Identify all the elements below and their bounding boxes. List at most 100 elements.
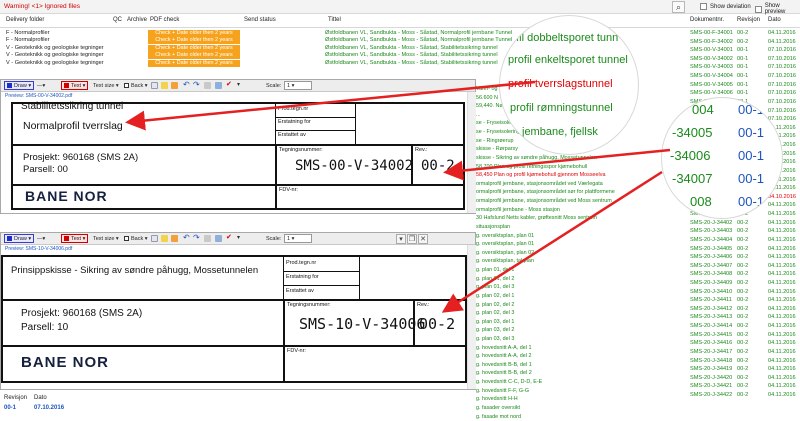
checkbox-box[interactable] [700, 3, 707, 10]
check-icon[interactable]: ✔ [226, 234, 233, 242]
title-cell[interactable]: g. oversiktsplan, plan 02 [476, 249, 686, 258]
title-cell[interactable]: 58,450 Plan og profil kjømebohull gjenno… [476, 171, 686, 180]
scale-select[interactable]: 1 ▾ [284, 234, 312, 243]
dropdown-icon[interactable]: ▾ [237, 235, 244, 242]
table-row[interactable]: SMS-00-V-34004 00-1 07.10.2016 [680, 72, 800, 81]
title-cell[interactable]: 30 Hafslund Netts kabler, grøftesnitt Mo… [476, 214, 686, 223]
close-icon[interactable]: ✕ [418, 234, 428, 244]
table-row[interactable]: SMS-20-J-34422 00-2 04.11.2016 [680, 391, 800, 400]
scrollbar[interactable] [467, 245, 476, 389]
back-button[interactable]: Back ▾ [121, 234, 151, 243]
search-icon[interactable]: ⌕ [672, 1, 685, 13]
title-cell[interactable]: g. plan 03, del 1 [476, 318, 686, 327]
title-cell[interactable]: g. oversiktsplan, takplan [476, 257, 686, 266]
col-archive[interactable]: Archive [127, 17, 147, 23]
col-doc-number[interactable]: Dokumentnr. [690, 17, 724, 23]
page-icon[interactable] [151, 235, 158, 242]
check-icon[interactable]: ✔ [226, 81, 233, 89]
print-icon[interactable] [204, 235, 211, 242]
title-cell[interactable]: skisse - Sikring av søndre påhugg, Mosse… [476, 154, 686, 163]
table-row[interactable]: SMS-00-F-34002 00-2 04.11.2016 [680, 38, 800, 47]
text-button[interactable]: Text ▾ [61, 81, 89, 90]
title-cell[interactable]: g. fasade mot nord [476, 413, 686, 421]
title-cell[interactable]: g. plan 01, del 3 [476, 283, 686, 292]
minimize-icon[interactable]: ▾ [396, 234, 406, 244]
table-row[interactable]: SMS-20-J-34421 00-2 04.11.2016 [680, 382, 800, 391]
table-row[interactable]: SMS-20-J-34411 00-2 04.11.2016 [680, 296, 800, 305]
highlight-icon[interactable] [171, 82, 178, 89]
line-style-select[interactable]: —▾ [34, 81, 48, 90]
title-cell[interactable]: g. fasader oversikt [476, 404, 686, 413]
title-cell[interactable]: g. plan 02, del 3 [476, 309, 686, 318]
table-row[interactable]: SMS-00-V-34006 00-1 07.10.2016 [680, 89, 800, 98]
highlight-icon[interactable] [171, 235, 178, 242]
text-size-select[interactable]: Text size ▾ [90, 234, 122, 243]
text-button[interactable]: Text ▾ [61, 234, 89, 243]
ignored-files-warning[interactable]: Warning! <1> Ignored files [4, 3, 80, 10]
checkbox-box[interactable] [755, 5, 762, 13]
table-row[interactable]: SMS-00-F-34001 00-2 04.11.2016 [680, 29, 800, 38]
back-button[interactable]: Back ▾ [121, 81, 151, 90]
col-delivery-folder[interactable]: Delivery folder [6, 17, 44, 23]
title-cell[interactable]: g. hovedsnitt A-A, del 1 [476, 344, 686, 353]
draw-button[interactable]: Draw ▾ [4, 81, 35, 90]
title-cell[interactable]: g. hovedsnitt A-A, del 2 [476, 352, 686, 361]
print-icon[interactable] [204, 82, 211, 89]
col-send-status[interactable]: Send status [244, 17, 276, 23]
col-revision[interactable]: Revisjon [737, 17, 760, 23]
undo-icon[interactable]: ↶ [183, 81, 190, 89]
table-row[interactable]: SMS-20-J-34419 00-2 04.11.2016 [680, 365, 800, 374]
table-row[interactable]: SMS-20-J-34415 00-2 04.11.2016 [680, 331, 800, 340]
title-cell[interactable]: g. hovedsnitt B-B, del 2 [476, 369, 686, 378]
table-row[interactable]: SMS-20-J-34408 00-2 04.11.2016 [680, 270, 800, 279]
title-cell[interactable]: g. plan 02, del 1 [476, 292, 686, 301]
table-row[interactable]: SMS-20-J-34414 00-2 04.11.2016 [680, 322, 800, 331]
table-row[interactable]: SMS-20-J-34416 00-2 04.11.2016 [680, 339, 800, 348]
save-icon[interactable] [215, 82, 222, 89]
table-row[interactable]: SMS-20-J-34404 00-2 04.11.2016 [680, 236, 800, 245]
page-icon[interactable] [151, 82, 158, 89]
table-row[interactable]: SMS-20-J-34407 00-2 04.11.2016 [680, 262, 800, 271]
title-cell[interactable]: g. plan 03, del 2 [476, 326, 686, 335]
title-cell[interactable]: g. hovedsnitt F-F, G-G [476, 387, 686, 396]
dropdown-icon[interactable]: ▾ [237, 82, 244, 89]
table-row[interactable]: SMS-20-J-34409 00-2 04.11.2016 [680, 279, 800, 288]
table-row[interactable]: SMS-20-J-34405 00-2 04.11.2016 [680, 245, 800, 254]
table-row[interactable]: SMS-00-V-34002 00-1 07.10.2016 [680, 55, 800, 64]
redo-icon[interactable]: ↷ [193, 81, 200, 89]
table-row[interactable]: SMS-00-V-34005 00-1 07.10.2016 [680, 81, 800, 90]
title-cell[interactable]: g. hovedsnitt B-B, del 1 [476, 361, 686, 370]
title-cell[interactable]: 58,700 Plan og profil retningsspor kjøme… [476, 163, 686, 172]
restore-icon[interactable]: ❐ [407, 234, 417, 244]
col-title[interactable]: Tittel [328, 17, 341, 23]
show-deviation-checkbox[interactable]: Show deviation [700, 3, 751, 10]
redo-icon[interactable]: ↷ [193, 234, 200, 242]
folder-icon[interactable] [161, 82, 168, 89]
line-style-select[interactable]: —▾ [34, 234, 48, 243]
save-icon[interactable] [215, 235, 222, 242]
col-pdf-check[interactable]: PDF check [150, 17, 179, 23]
table-row[interactable]: SMS-00-V-34003 00-1 07.10.2016 [680, 63, 800, 72]
title-cell[interactable]: g. plan 03, del 3 [476, 335, 686, 344]
table-row[interactable]: SMS-20-J-34412 00-2 04.11.2016 [680, 305, 800, 314]
title-cell[interactable]: g. plan 01, del 1 [476, 266, 686, 275]
title-cell[interactable]: ormalprofil jernbane, stasjonsområdet ve… [476, 197, 686, 206]
col-qc[interactable]: QC [113, 17, 122, 23]
title-cell[interactable]: ormalprofil jernbane, stasjonsområdet sø… [476, 188, 686, 197]
title-cell[interactable]: g. hovedsnitt C-C, D-D, E-E [476, 378, 686, 387]
scale-select[interactable]: 1 ▾ [284, 81, 312, 90]
table-row[interactable]: SMS-20-J-34420 00-2 04.11.2016 [680, 374, 800, 383]
scrollbar[interactable] [467, 92, 476, 213]
title-cell[interactable]: g. oversiktsplan, plan 01 [476, 232, 686, 241]
title-cell[interactable]: g. plan 01, del 2 [476, 275, 686, 284]
table-row[interactable]: SMS-20-J-34410 00-2 04.11.2016 [680, 288, 800, 297]
title-cell[interactable]: g. hovedsnitt H-H [476, 395, 686, 404]
show-preview-checkbox[interactable]: Show preview [755, 3, 800, 15]
table-row[interactable]: SMS-20-J-34403 00-2 04.11.2016 [680, 227, 800, 236]
table-row[interactable]: SMS-20-J-34417 00-2 04.11.2016 [680, 348, 800, 357]
table-row[interactable]: SMS-20-J-34406 00-2 04.11.2016 [680, 253, 800, 262]
undo-icon[interactable]: ↶ [183, 234, 190, 242]
title-cell[interactable]: ormalprofil jernbane, stasjonsområdet ve… [476, 180, 686, 189]
table-row[interactable]: SMS-20-J-34402 00-2 04.11.2016 [680, 219, 800, 228]
draw-button[interactable]: Draw ▾ [4, 234, 35, 243]
